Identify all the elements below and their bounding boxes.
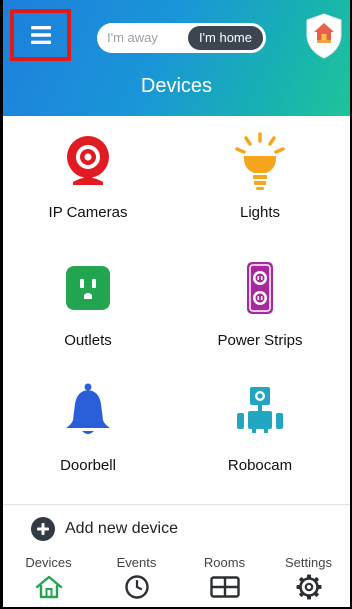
tab-label: Devices <box>25 555 72 570</box>
tab-label: Rooms <box>203 555 246 570</box>
home-icon <box>35 575 62 599</box>
device-tile-ip-cameras[interactable]: IP Cameras <box>3 132 173 221</box>
tab-label: Events <box>116 555 157 570</box>
device-label: Doorbell <box>60 457 116 474</box>
hamburger-menu-icon <box>30 26 51 44</box>
rooms-grid-icon <box>209 576 240 598</box>
divider <box>3 504 350 505</box>
device-label: Lights <box>239 204 281 221</box>
device-label: IP Cameras <box>48 204 128 221</box>
tab-settings[interactable]: Settings <box>265 555 350 600</box>
power-strip-icon <box>247 262 273 314</box>
tab-devices[interactable]: Devices <box>5 555 92 599</box>
tab-rooms[interactable]: Rooms <box>181 555 268 599</box>
device-label: Robocam <box>227 457 293 474</box>
device-tile-robocam[interactable]: Robocam <box>175 380 345 474</box>
clock-icon <box>124 575 149 599</box>
device-tile-outlets[interactable]: Outlets <box>3 258 173 349</box>
add-new-device-button[interactable]: Add new device <box>31 517 178 541</box>
device-label: Power Strips <box>217 332 303 349</box>
device-tile-power-strips[interactable]: Power Strips <box>175 258 345 349</box>
device-label: Outlets <box>64 332 112 349</box>
device-tile-lights[interactable]: Lights <box>175 132 345 221</box>
add-new-device-label: Add new device <box>65 520 178 537</box>
tab-events[interactable]: Events <box>93 555 180 599</box>
camera-icon <box>67 136 109 185</box>
away-option[interactable]: I'm away <box>107 30 158 45</box>
device-tile-doorbell[interactable]: Doorbell <box>3 380 173 474</box>
gear-icon <box>296 574 321 600</box>
bell-icon <box>66 383 110 434</box>
app-screen: I'm away I'm home Devices IP Cameras Lig… <box>3 0 350 607</box>
tab-label: Settings <box>285 555 332 570</box>
outlet-icon <box>66 266 110 310</box>
header-bar: I'm away I'm home Devices <box>3 0 350 116</box>
menu-button[interactable] <box>10 9 71 61</box>
home-option[interactable]: I'm home <box>187 26 263 50</box>
robot-icon <box>237 387 283 433</box>
light-bulb-icon <box>235 132 285 190</box>
page-title: Devices <box>140 75 213 97</box>
plus-circle-icon <box>31 517 55 541</box>
home-away-toggle[interactable]: I'm away I'm home <box>97 23 266 53</box>
security-shield-icon[interactable] <box>305 13 343 59</box>
